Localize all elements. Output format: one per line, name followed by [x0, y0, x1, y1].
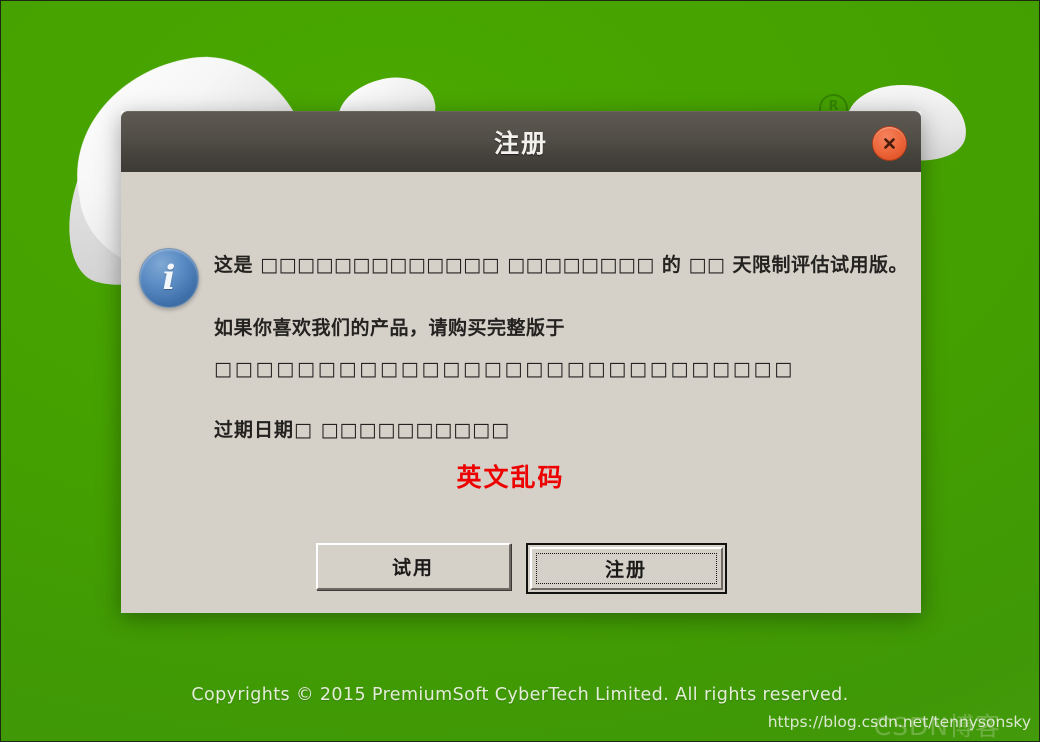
dialog-body: i 这是 □□□□□□□□□□□□□ □□□□□□□□ 的 □□ 天限制评估试用… — [121, 172, 921, 613]
expiry-date-text: 过期日期□ □□□□□□□□□□ — [214, 419, 511, 441]
app-window: R 注册 i 这是 □□□□□□□□□□□□□ □□□□□□□□ 的 □□ 天限… — [0, 0, 1040, 742]
close-icon[interactable] — [872, 126, 907, 161]
trial-button[interactable]: 试用 — [315, 543, 511, 590]
dialog-message-block: 这是 □□□□□□□□□□□□□ □□□□□□□□ 的 □□ 天限制评估试用版。… — [214, 250, 911, 494]
register-button-focus-ring: 注册 — [535, 553, 717, 584]
register-dialog: 注册 i 这是 □□□□□□□□□□□□□ □□□□□□□□ 的 □□ 天限制评… — [121, 111, 921, 613]
register-button-bevel: 注册 — [529, 547, 723, 590]
copyright-text: Copyrights © 2015 PremiumSoft CyberTech … — [191, 685, 849, 705]
register-button-label: 注册 — [604, 559, 647, 581]
dialog-titlebar: 注册 — [121, 111, 921, 172]
trial-notice-text: 这是 □□□□□□□□□□□□□ □□□□□□□□ 的 □□ 天限制评估试用版。 — [214, 254, 908, 276]
info-icon-glyph: i — [162, 258, 176, 298]
purchase-url-text: □□□□□□□□□□□□□□□□□□□□□□□□□□□□ — [214, 358, 796, 380]
garbled-text-annotation: 英文乱码 — [456, 463, 565, 492]
trial-button-label: 试用 — [391, 557, 434, 579]
dialog-title: 注册 — [493, 129, 548, 158]
info-icon: i — [139, 248, 199, 308]
watermark-url: https://blog.csdn.net/tennysonsky — [767, 713, 1031, 731]
register-button[interactable]: 注册 — [525, 543, 727, 594]
purchase-prompt-text: 如果你喜欢我们的产品，请购买完整版于 — [214, 317, 566, 339]
dialog-button-row: 试用 注册 — [121, 543, 921, 594]
